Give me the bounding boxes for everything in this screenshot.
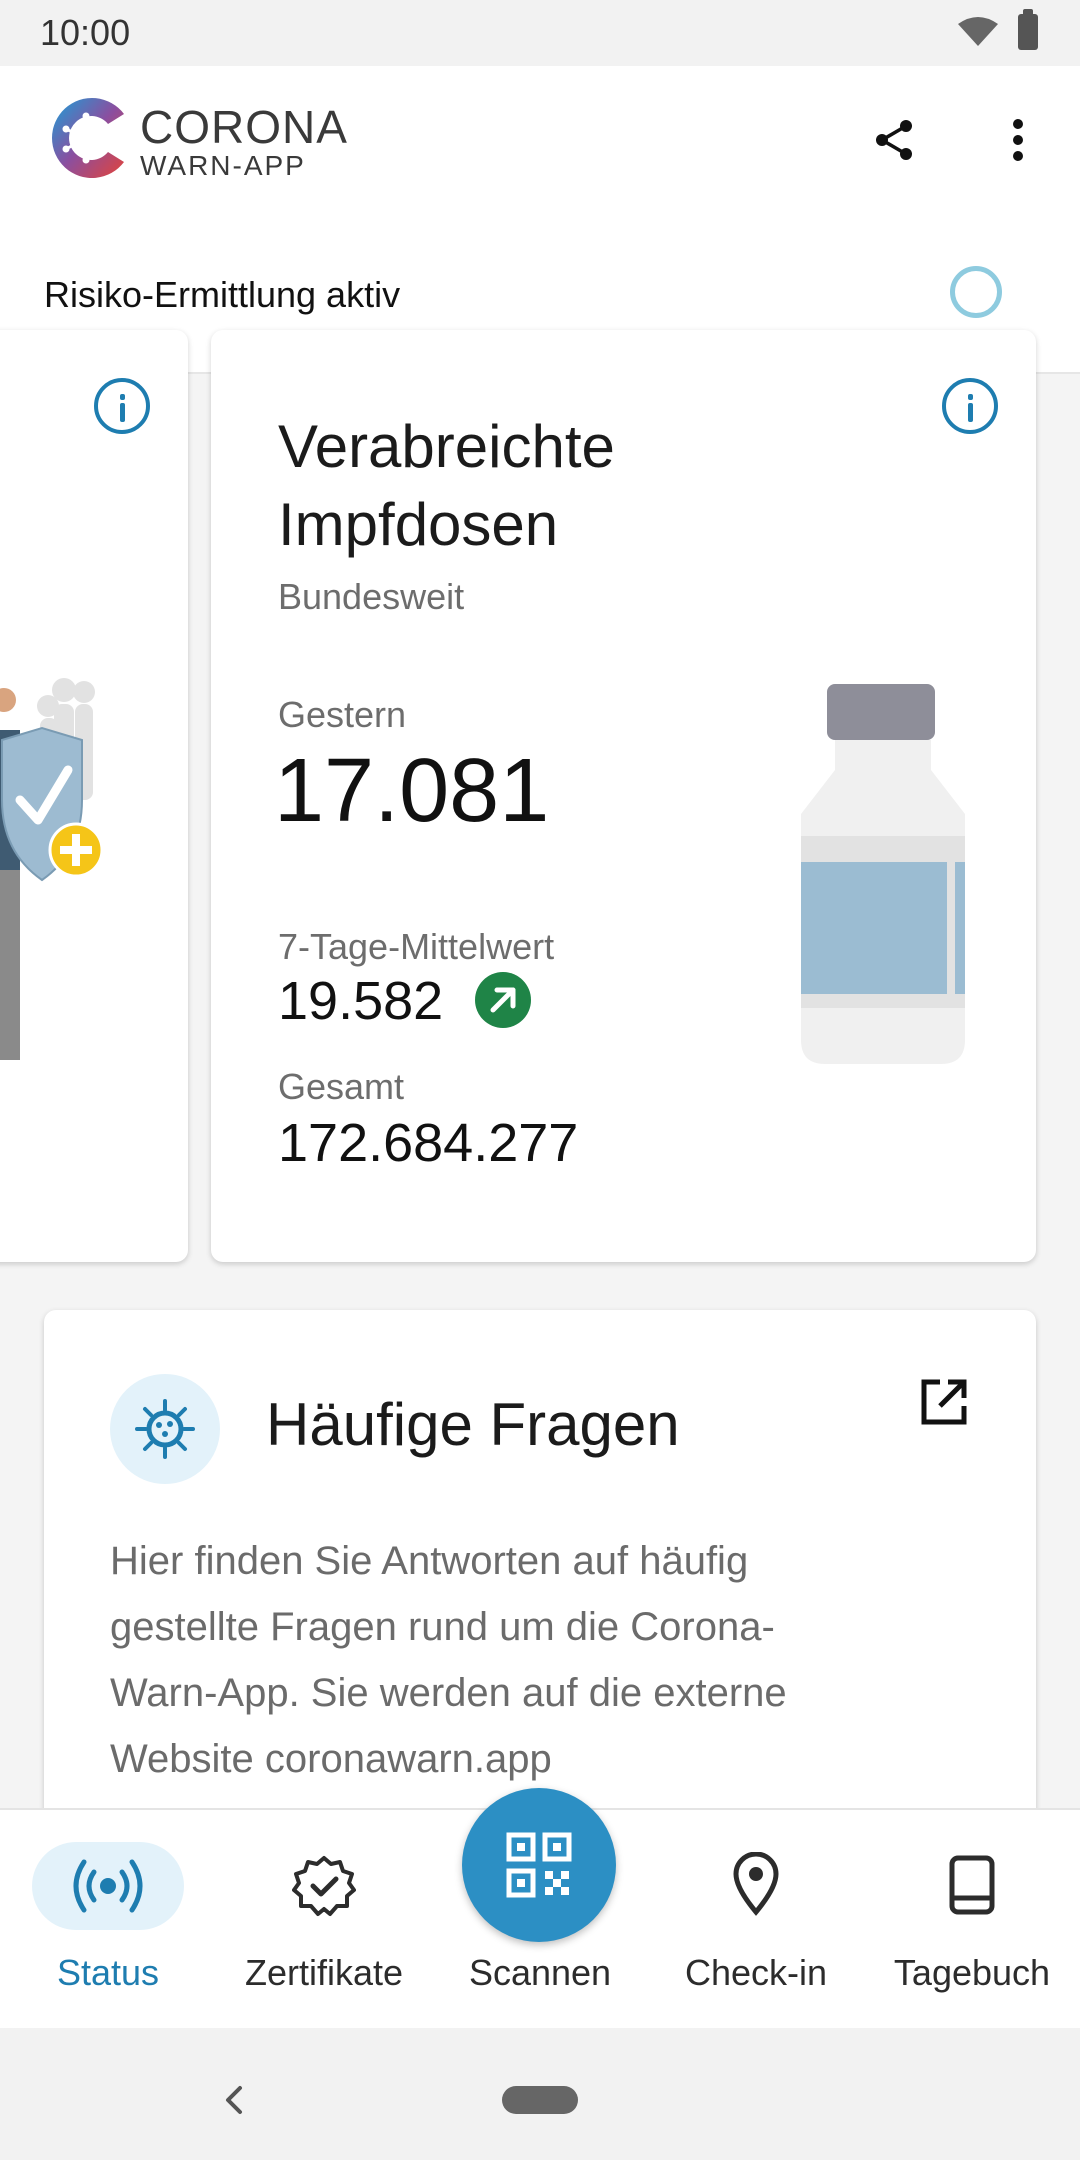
faq-card[interactable]: Häufige Fragen Hier finden Sie Antworten… xyxy=(44,1310,1036,1870)
logo-subtitle: WARN-APP xyxy=(140,150,306,181)
nav-label-scannen: Scannen xyxy=(468,1952,612,1993)
total-value: 172.684.277 xyxy=(278,1113,579,1173)
status-time: 10:00 xyxy=(40,12,131,53)
bottom-navigation: Status Zertifikate Scannen Check-in Tage… xyxy=(0,1788,1080,2030)
certificate-icon xyxy=(292,1856,356,1916)
info-icon[interactable] xyxy=(94,378,150,434)
system-navigation-bar xyxy=(0,2028,1080,2160)
more-options-icon[interactable] xyxy=(1002,116,1034,164)
logo-title: CORONA xyxy=(140,101,348,153)
wifi-icon xyxy=(958,17,998,46)
people-shield-illustration xyxy=(0,678,104,1060)
total-label: Gesamt xyxy=(278,1066,405,1107)
nav-item-status[interactable]: Status xyxy=(0,1810,216,2030)
risk-status-label[interactable]: Risiko-Ermittlung aktiv xyxy=(44,274,400,316)
nav-item-scannen[interactable]: Scannen xyxy=(432,1810,648,2030)
faq-icon-background xyxy=(110,1374,220,1484)
vaccine-bottle-icon xyxy=(801,684,965,1064)
nav-label-status: Status xyxy=(56,1952,160,1993)
home-handle[interactable] xyxy=(502,2086,578,2114)
corona-warn-logo-icon xyxy=(52,98,125,178)
risk-progress-indicator xyxy=(950,266,1002,318)
nav-item-checkin[interactable]: Check-in xyxy=(648,1810,864,2030)
seven-day-avg-label: 7-Tage-Mittelwert xyxy=(278,926,555,967)
card-title-line2: Impfdosen xyxy=(278,491,559,558)
diary-icon xyxy=(949,1855,995,1915)
vaccination-doses-card[interactable]: Verabreichte Impfdosen Bundesweit Gester… xyxy=(211,330,1036,1262)
location-pin-icon xyxy=(733,1852,779,1916)
external-link-icon[interactable] xyxy=(918,1376,970,1428)
seven-day-avg-value: 19.582 xyxy=(278,971,444,1031)
status-bar: 10:00 xyxy=(0,0,1080,66)
faq-description: Hier finden Sie Antworten auf häufig ges… xyxy=(110,1539,787,1781)
trend-up-icon xyxy=(475,972,531,1028)
nav-label-checkin: Check-in xyxy=(684,1952,828,1993)
nav-label-zertifikate: Zertifikate xyxy=(244,1952,404,1993)
region-label: Bundesweit xyxy=(278,576,465,617)
faq-title: Häufige Fragen xyxy=(266,1391,680,1458)
share-icon[interactable] xyxy=(870,116,918,164)
statistics-card-previous[interactable] xyxy=(0,330,188,1262)
back-icon[interactable] xyxy=(222,2084,246,2116)
radar-icon xyxy=(73,1859,143,1913)
info-icon[interactable] xyxy=(942,378,998,434)
nav-item-tagebuch[interactable]: Tagebuch xyxy=(864,1810,1080,2030)
card-title-line1: Verabreichte xyxy=(278,413,615,480)
app-header: CORONA WARN-APP Risiko-Ermittlung aktiv xyxy=(0,66,1080,374)
nav-label-tagebuch: Tagebuch xyxy=(893,1952,1051,1993)
virus-icon xyxy=(135,1399,195,1459)
yesterday-label: Gestern xyxy=(278,694,407,735)
nav-item-zertifikate[interactable]: Zertifikate xyxy=(216,1810,432,2030)
battery-icon xyxy=(1018,9,1038,50)
yesterday-value: 17.081 xyxy=(274,741,550,841)
